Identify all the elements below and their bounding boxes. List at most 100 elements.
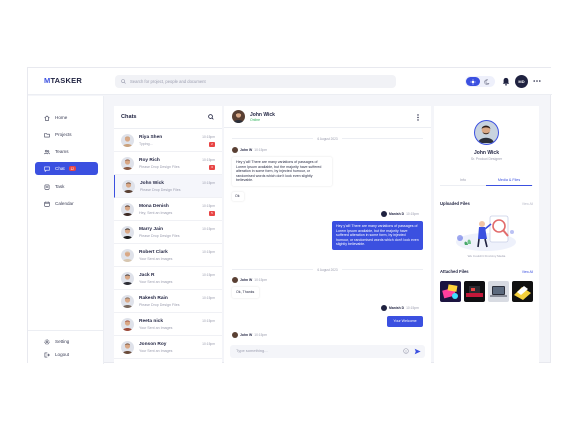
- sidebar-item-label: Task: [55, 184, 65, 189]
- avatar: [121, 249, 134, 262]
- sidebar-item-teams[interactable]: Teams: [35, 145, 98, 158]
- sidebar-item-logout[interactable]: Logout: [35, 348, 98, 361]
- avatar: [121, 272, 134, 285]
- chat-contact-name: Marry Jain: [139, 227, 163, 232]
- message-bubble-outgoing: Your Welcome: [387, 316, 423, 327]
- avatar: [381, 305, 387, 311]
- chat-time: 10:15pm: [202, 158, 215, 162]
- chat-contact-name: Robert Clark: [139, 250, 168, 255]
- chat-message-preview: Please Drop Design Files: [139, 165, 180, 169]
- tab-info[interactable]: Info: [440, 178, 486, 186]
- sidebar-item-chat[interactable]: Chat 12: [35, 162, 98, 175]
- chat-message-preview: Typing...: [139, 142, 153, 146]
- tab-media-files[interactable]: Media & Files: [486, 178, 532, 186]
- sidebar-item-calendar[interactable]: Calendar: [35, 197, 98, 210]
- chat-list-title: Chats: [121, 114, 137, 120]
- online-status: Online: [250, 118, 261, 122]
- bell-icon[interactable]: [502, 77, 510, 86]
- global-search[interactable]: [115, 75, 396, 88]
- avatar: [232, 332, 238, 338]
- chat-time: 10:15pm: [202, 135, 215, 139]
- chat-time: 10:15pm: [202, 250, 215, 254]
- attached-file-thumbnail[interactable]: [464, 281, 485, 302]
- sun-icon[interactable]: [466, 77, 480, 86]
- profile-role: Sr. Product Designer: [470, 157, 503, 161]
- chat-time: 10:15pm: [202, 273, 215, 277]
- uploaded-files-title: Uploaded Files: [440, 201, 470, 206]
- profile-name: John Wick: [474, 150, 499, 156]
- sidebar-item-label: Setting: [55, 339, 70, 344]
- avatar: [122, 180, 135, 193]
- chat-time: 10:15pm: [202, 319, 215, 323]
- contact-profile-panel: John Wick Sr. Product Designer Info Medi…: [434, 106, 539, 364]
- avatar: [121, 226, 134, 239]
- chat-list-item[interactable]: Rakesh Rain Please Drop Design Files 10:15…: [114, 290, 222, 313]
- chat-list-item[interactable]: Reeta nick Your Sent an Images 10:15pm: [114, 313, 222, 336]
- chat-contact-name: Riya Shen: [139, 135, 163, 140]
- app-window: MTASKER MD Home Projects Teams: [27, 67, 552, 364]
- chat-message-preview: Please Drop Design Files: [139, 234, 180, 238]
- calendar-icon: [44, 201, 50, 207]
- message-bubble-incoming: Ok: [232, 192, 244, 201]
- app-logo[interactable]: MTASKER: [44, 76, 82, 85]
- chat-list-panel: Chats Riya Shen Typing... 10:15pm 2 Roy Rich…: [114, 106, 222, 364]
- sidebar-item-label: Projects: [55, 132, 72, 137]
- chat-time: 10:15pm: [202, 204, 215, 208]
- avatar: [121, 203, 134, 216]
- message-bubble-outgoing: Hey y'all! There are many variations of …: [332, 221, 423, 250]
- avatar: [381, 211, 387, 217]
- sidebar: Home Projects Teams Chat 12 Task Calenda…: [28, 96, 104, 364]
- attached-file-thumbnail[interactable]: [512, 281, 533, 302]
- chat-contact-name: Mona Denish: [139, 204, 169, 209]
- chat-list-item[interactable]: Mona Denish Hey, Sent an Images 10:15pm 5: [114, 198, 222, 221]
- more-vertical-icon[interactable]: [417, 114, 419, 121]
- uploaded-view-all-link[interactable]: View All: [522, 202, 533, 206]
- sidebar-item-task[interactable]: Task: [35, 180, 98, 193]
- send-icon[interactable]: [414, 348, 421, 355]
- folder-icon: [44, 132, 50, 137]
- sidebar-item-label: Home: [55, 115, 68, 120]
- chat-list-item[interactable]: Roy Rich Please Drop Design Files 10:15pm 3: [114, 152, 222, 175]
- avatar[interactable]: [232, 110, 245, 123]
- chat-message-preview: Your Sent an Images: [139, 257, 173, 261]
- user-avatar[interactable]: MD: [515, 75, 528, 88]
- chat-list-item[interactable]: Jack R Your Sent an Images 10:15pm: [114, 267, 222, 290]
- home-icon: [44, 115, 50, 121]
- date-separator: 6 August 2023: [232, 136, 424, 141]
- theme-toggle[interactable]: [465, 76, 495, 87]
- chat-list-item[interactable]: John Wick Please Drop Design Files 10:15pm: [114, 175, 222, 198]
- unread-badge: 3: [209, 165, 215, 170]
- chat-list-item[interactable]: Riya Shen Typing... 10:15pm 2: [114, 129, 222, 152]
- moon-icon[interactable]: [483, 78, 491, 85]
- chat-icon: [44, 166, 50, 172]
- sidebar-item-setting[interactable]: Setting: [35, 335, 98, 348]
- message-composer[interactable]: [230, 345, 425, 358]
- chat-message-preview: Please Drop Design Files: [139, 303, 180, 307]
- message-meta: John W 10:15pm: [232, 147, 267, 153]
- search-icon[interactable]: [208, 114, 214, 120]
- more-horizontal-icon[interactable]: [533, 79, 541, 83]
- empty-media-caption: We Couldn't Find Any Media: [467, 254, 506, 258]
- chat-contact-name: Jonson Roy: [139, 342, 167, 347]
- chat-contact-name: Roy Rich: [139, 158, 160, 163]
- emoji-icon[interactable]: [403, 348, 409, 354]
- attached-file-thumbnail[interactable]: [488, 281, 509, 302]
- sidebar-item-home[interactable]: Home: [35, 111, 98, 124]
- chat-list-item[interactable]: Robert Clark Your Sent an Images 10:15pm: [114, 244, 222, 267]
- chat-contact-name: Jack R: [139, 273, 155, 278]
- message-meta: Manish D 10:15pm: [381, 305, 419, 311]
- attached-file-thumbnail[interactable]: [440, 281, 461, 302]
- message-bubble-incoming: Hey y'all! There are many variations of …: [232, 157, 332, 186]
- avatar: [232, 277, 238, 283]
- chat-list-item[interactable]: Jonson Roy Your Sent an Images 10:15pm: [114, 336, 222, 359]
- message-input[interactable]: [236, 348, 386, 353]
- sidebar-item-projects[interactable]: Projects: [35, 128, 98, 141]
- empty-media-illustration: [456, 215, 516, 251]
- chat-unread-badge: 12: [68, 166, 76, 171]
- attached-view-all-link[interactable]: View All: [522, 270, 533, 274]
- chat-contact-name: John Wick: [140, 181, 164, 186]
- chat-list-item[interactable]: Marry Jain Please Drop Design Files 10:15p…: [114, 221, 222, 244]
- chat-message-preview: Your Sent an Images: [139, 349, 173, 353]
- gear-icon: [44, 339, 50, 344]
- search-input[interactable]: [130, 79, 390, 84]
